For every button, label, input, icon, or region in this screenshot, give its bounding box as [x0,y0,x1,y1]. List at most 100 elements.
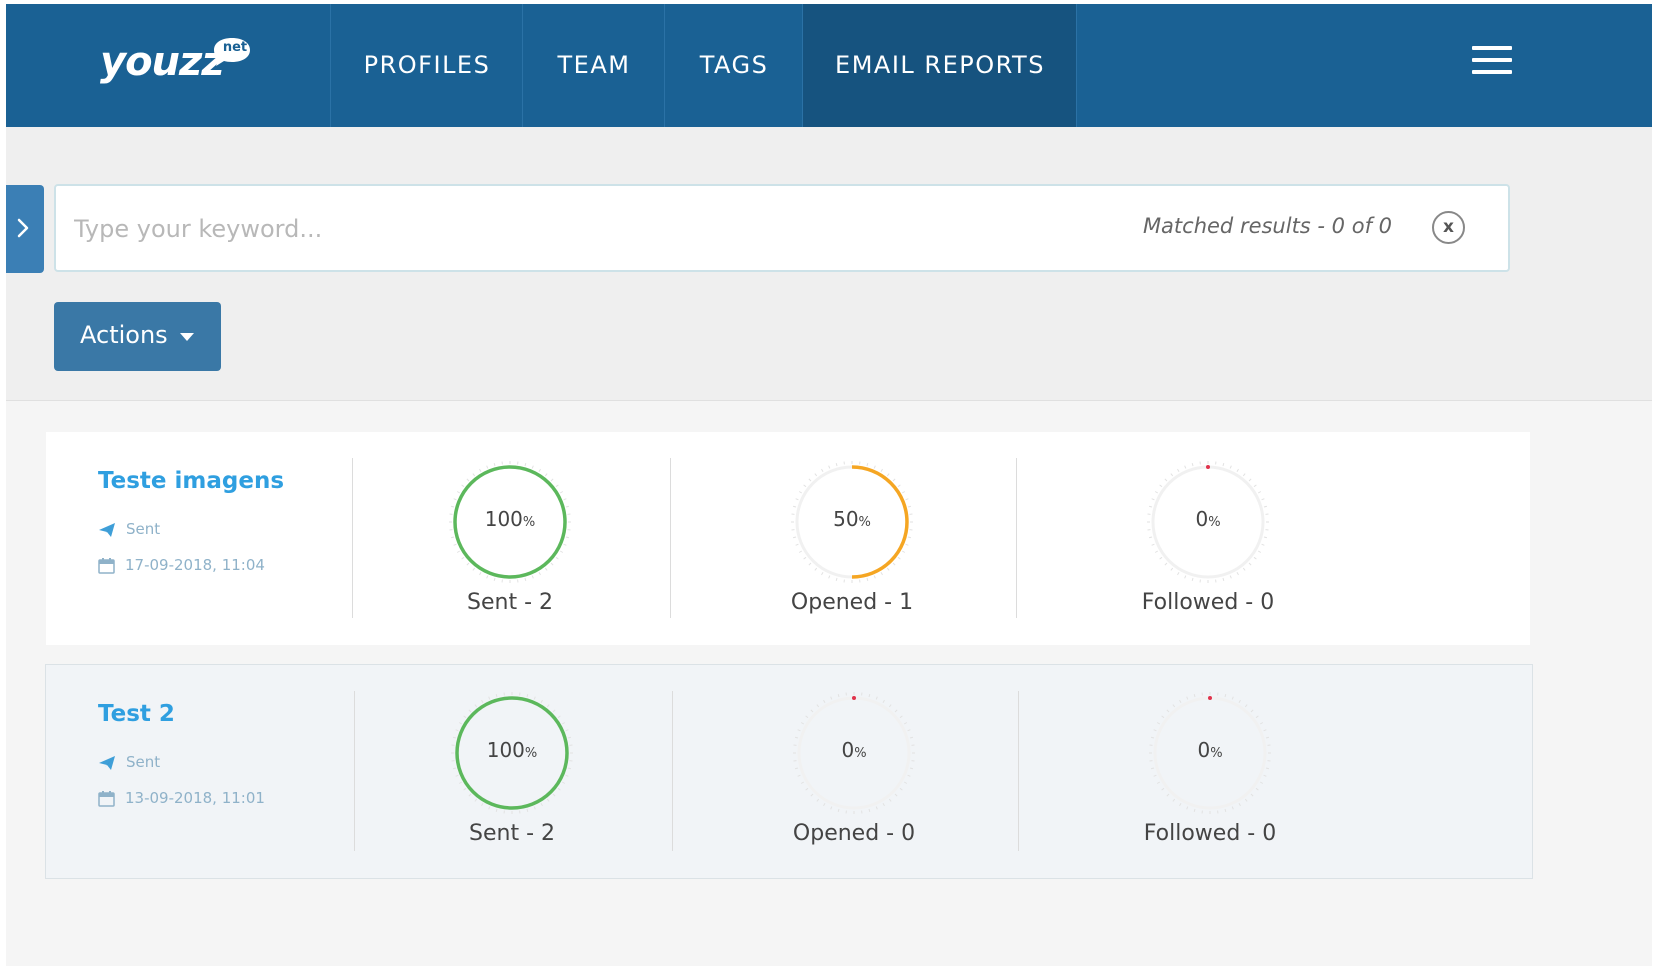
youzz-logo[interactable]: youzz net [100,32,250,92]
card-divider [1018,691,1019,851]
chevron-right-icon [17,218,29,238]
actions-dropdown-button[interactable]: Actions [54,302,221,371]
gauge-tick [835,577,838,582]
metric-label: Followed - 0 [1141,590,1275,615]
report-status: Sent [98,753,160,771]
report-title[interactable]: Teste imagens [98,468,284,494]
followed-gauge: 0% [1145,688,1275,818]
gauge-tick [828,465,831,469]
gauge-tick [794,767,799,770]
card-divider [352,458,353,618]
gauge-tick [795,498,799,501]
gauge-tick [557,787,561,791]
nav-email-reports[interactable]: EMAIL REPORTS [802,4,1077,127]
date-text: 17-09-2018, 11:04 [125,556,265,574]
gauge-percent: 0% [841,738,867,762]
gauge-tick [488,696,491,700]
matched-results-text: Matched results - 0 of 0 [1142,214,1392,238]
gauge-tick [1150,767,1155,770]
gauge-tick [479,571,482,576]
gauge-tick [461,484,465,488]
gauge-tick [486,575,489,579]
gauge-tick [886,473,890,477]
gauge-tick [461,556,465,560]
gauge-tick [1172,798,1176,802]
gauge-tick [828,575,831,579]
gauge-tick [797,729,801,732]
gauge-percent: 100% [484,507,536,531]
gauge-tick [803,556,807,560]
gauge-tick [544,473,548,477]
gauge-tick [1148,536,1153,539]
metric-label: Sent - 2 [467,590,553,615]
gauge-tick [835,462,838,467]
gauge-tick [526,808,529,813]
gauge-tick [899,787,903,791]
gauge-tick [882,802,885,807]
gauge-tick [1191,462,1194,467]
hamburger-menu-icon[interactable] [1472,46,1512,76]
search-input[interactable] [72,206,976,252]
gauge-tick [1177,571,1180,576]
gauge-tick [1238,699,1241,704]
metric-label: Followed - 0 [1143,821,1277,846]
gauge-tick [466,478,470,482]
card-divider [1016,458,1017,618]
gauge-tick [1242,473,1246,477]
clear-search-button[interactable]: x [1432,211,1465,244]
gauge-tick [453,543,457,546]
gauge-tick [455,774,459,777]
gauge-tick [531,575,534,579]
gauge-tick [456,491,461,494]
gauge-tick [798,550,803,553]
nav-tags[interactable]: TAGS [664,4,803,127]
gauge-tick [458,781,463,784]
gauge-tick [565,729,569,732]
gauge-tick [816,798,820,802]
sidebar-toggle-button[interactable] [6,185,44,273]
gauge-tick [1229,575,1232,579]
card-divider [672,691,673,851]
calendar-icon [98,558,115,574]
gauge-tick [901,550,906,553]
gauge-tick [526,693,529,698]
gauge-tick [803,484,807,488]
gauge-tick [1156,722,1161,725]
gauge-tick [550,478,554,482]
opened-gauge: 50% [787,457,917,587]
gauge-tick [830,696,833,700]
report-date: 13-09-2018, 11:01 [98,789,265,807]
nav-divider [1076,4,1077,127]
gauge-percent: 50% [833,507,871,531]
gauge-tick [907,774,911,777]
logo-badge: net [222,40,248,55]
status-text: Sent [126,520,161,538]
gauge-tick [540,802,543,807]
nav-team[interactable]: TEAM [522,4,665,127]
gauge-tick [1153,774,1157,777]
gauge-tick [1257,550,1262,553]
report-title[interactable]: Test 2 [98,701,175,727]
gauge-tick [808,478,812,482]
nav-profiles[interactable]: PROFILES [330,4,523,127]
gauge-tick [894,793,898,797]
gauge-tick [1191,577,1194,582]
gauge-tick [531,465,534,469]
gauge-percent: 0% [1195,507,1221,531]
gauge-tick [458,722,463,725]
gauge-tick [1250,709,1254,713]
gauge-tick [1238,802,1241,807]
gauge-tick [538,468,541,473]
gauge-tick [1154,491,1159,494]
gauge-tick [1244,798,1248,802]
gauge-tick [1236,571,1239,576]
gauge-tick [1222,462,1225,467]
card-divider [670,458,671,618]
gauge-tick [1154,550,1159,553]
gauge-tick [1179,699,1182,704]
gauge-tick [538,571,541,576]
gauge-tick [1193,808,1196,813]
gauge-tick [546,704,550,708]
gauge-tick [875,806,878,810]
gauge-tick [563,543,567,546]
